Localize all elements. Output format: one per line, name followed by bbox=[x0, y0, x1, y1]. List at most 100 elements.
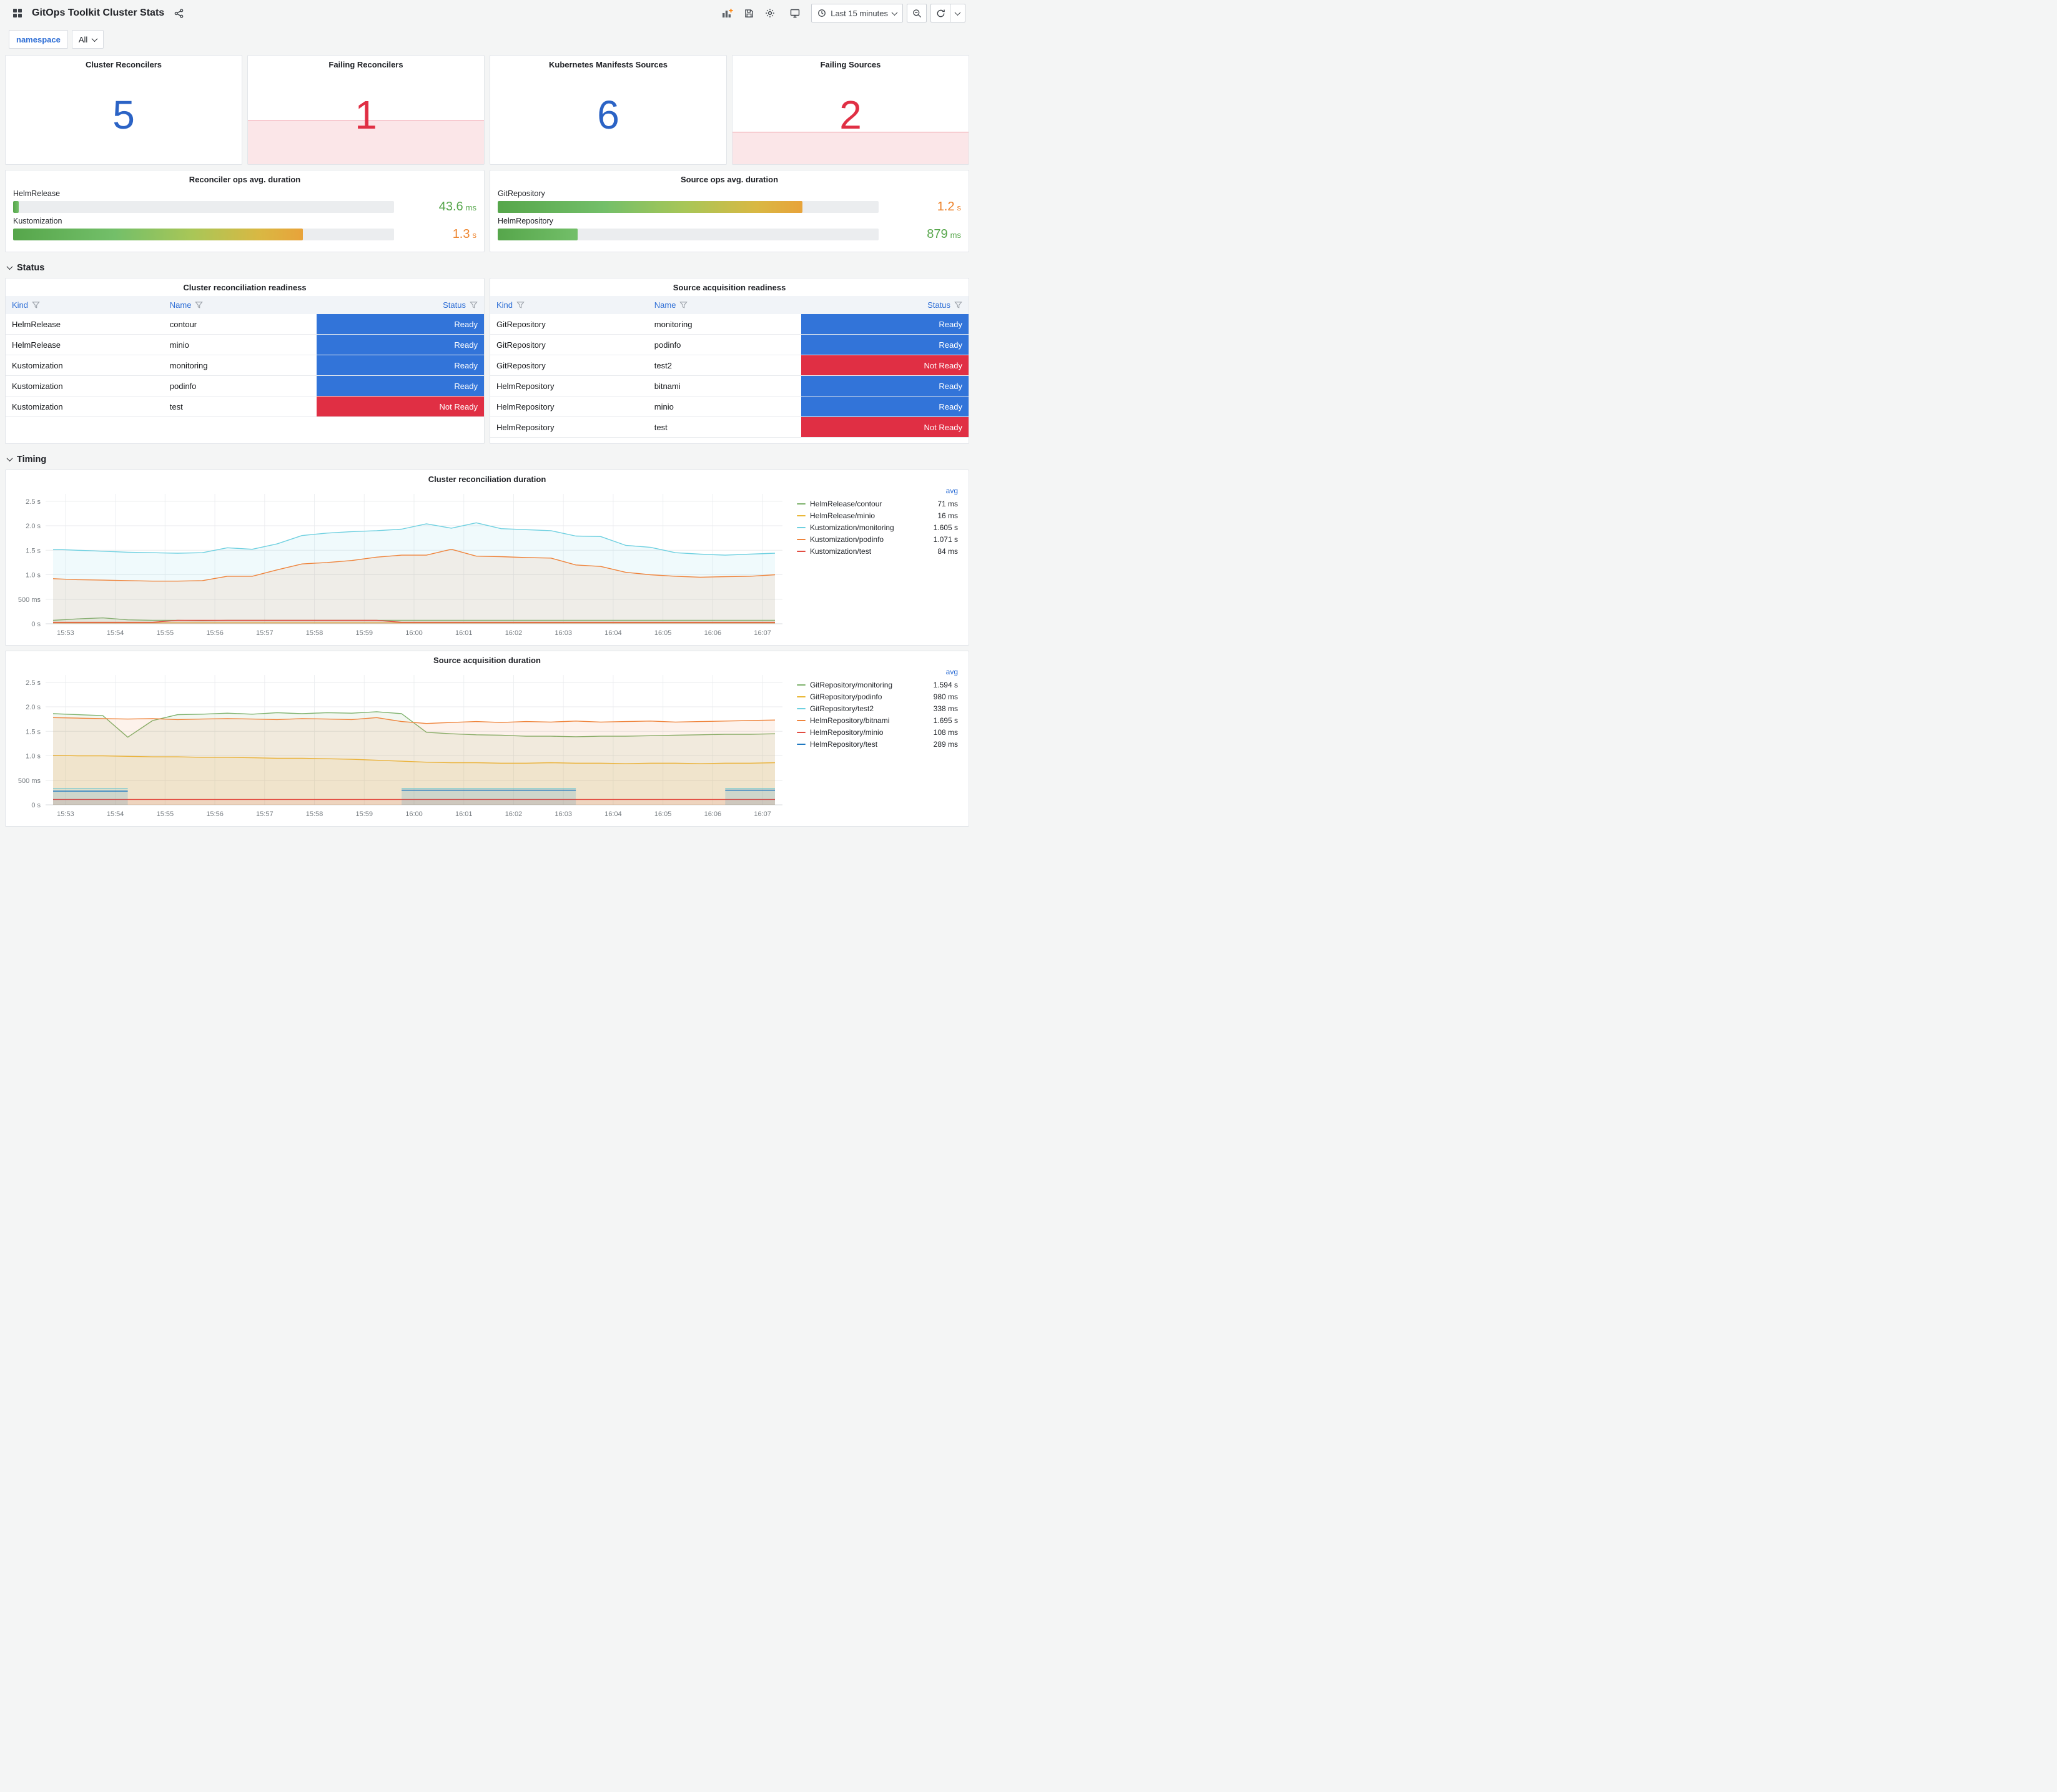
status-badge: Not Ready bbox=[316, 396, 484, 416]
legend-item[interactable]: HelmRepository/minio 108 ms bbox=[797, 726, 958, 738]
legend-label: HelmRepository/test bbox=[810, 739, 878, 749]
panel-title[interactable]: Kubernetes Manifests Sources bbox=[490, 56, 726, 72]
cell-status: Ready bbox=[316, 314, 484, 334]
y-axis-label: 2.0 s bbox=[26, 523, 41, 530]
table-row: HelmRelease minio Ready bbox=[6, 335, 484, 355]
status-badge: Ready bbox=[801, 396, 969, 416]
status-badge: Ready bbox=[801, 376, 969, 396]
gauge-value-unit: ms bbox=[465, 203, 476, 212]
refresh-interval-dropdown[interactable] bbox=[950, 4, 965, 22]
panel-title[interactable]: Source acquisition readiness bbox=[490, 278, 969, 295]
legend-item[interactable]: HelmRepository/bitnami 1.695 s bbox=[797, 714, 958, 726]
column-header-label: Status bbox=[443, 300, 466, 310]
chart-plot[interactable]: 15:53 15:54 15:55 15:56 15:57 15:58 15:59 16:00… bbox=[9, 667, 787, 824]
dashboards-grid-icon[interactable] bbox=[9, 4, 26, 22]
share-icon[interactable] bbox=[170, 4, 187, 22]
panel-title[interactable]: Failing Reconcilers bbox=[248, 56, 484, 72]
x-axis-label: 16:07 bbox=[754, 629, 771, 637]
cell-kind: Kustomization bbox=[12, 360, 63, 370]
tv-mode-button[interactable] bbox=[786, 4, 804, 22]
filter-icon[interactable] bbox=[32, 301, 40, 309]
dashboard-settings-button[interactable] bbox=[761, 4, 779, 22]
legend-item[interactable]: GitRepository/monitoring 1.594 s bbox=[797, 679, 958, 691]
panel-title[interactable]: Failing Sources bbox=[733, 56, 969, 72]
column-header-status[interactable]: Status bbox=[317, 296, 484, 314]
column-header-kind[interactable]: Kind bbox=[6, 296, 164, 314]
filter-icon[interactable] bbox=[470, 301, 478, 309]
x-axis-label: 15:57 bbox=[256, 629, 274, 637]
namespace-filter-dropdown[interactable]: All bbox=[71, 30, 104, 49]
gauge-label: HelmRelease bbox=[13, 189, 61, 198]
panel-title[interactable]: Cluster reconciliation duration bbox=[6, 470, 969, 486]
gauge-panel: Reconciler ops avg. duration HelmRelease 4… bbox=[5, 170, 485, 252]
x-axis-label: 15:58 bbox=[306, 629, 323, 637]
section-status[interactable]: Status bbox=[5, 257, 969, 278]
x-axis-label: 16:04 bbox=[604, 629, 622, 637]
column-header-status[interactable]: Status bbox=[801, 296, 969, 314]
table-row: HelmRelease contour Ready bbox=[6, 314, 484, 335]
column-header-name[interactable]: Name bbox=[648, 296, 801, 314]
filter-icon[interactable] bbox=[516, 301, 525, 309]
series-area bbox=[402, 790, 576, 805]
filter-icon[interactable] bbox=[954, 301, 962, 309]
legend-color-dash bbox=[797, 731, 806, 733]
legend-avg-value: 980 ms bbox=[933, 692, 958, 701]
table-row: HelmRepository minio Ready bbox=[490, 396, 969, 417]
refresh-button[interactable] bbox=[930, 4, 950, 22]
legend-item[interactable]: HelmRelease/contour 71 ms bbox=[797, 498, 958, 510]
cell-status: Ready bbox=[801, 376, 969, 396]
add-panel-button[interactable] bbox=[719, 4, 736, 22]
column-header-label: Kind bbox=[496, 300, 513, 310]
legend-color-dash bbox=[797, 503, 806, 505]
gauge-value-number: 879 bbox=[927, 227, 948, 241]
section-timing[interactable]: Timing bbox=[5, 449, 969, 470]
legend-color-dash bbox=[797, 684, 806, 686]
section-timing-label: Timing bbox=[17, 455, 47, 465]
cell-status: Ready bbox=[316, 335, 484, 355]
gauge-track bbox=[13, 229, 394, 240]
panel-title[interactable]: Cluster Reconcilers bbox=[6, 56, 242, 72]
panel-title[interactable]: Cluster reconciliation readiness bbox=[6, 278, 484, 295]
legend-item[interactable]: HelmRelease/minio 16 ms bbox=[797, 510, 958, 521]
legend-item[interactable]: Kustomization/podinfo 1.071 s bbox=[797, 533, 958, 545]
gauge-value-unit: ms bbox=[950, 230, 961, 240]
legend-avg-value: 1.695 s bbox=[933, 716, 958, 725]
legend-item[interactable]: GitRepository/podinfo 980 ms bbox=[797, 691, 958, 702]
legend-label: GitRepository/test2 bbox=[810, 704, 874, 713]
filter-icon[interactable] bbox=[195, 301, 204, 309]
panel-title[interactable]: Reconciler ops avg. duration bbox=[13, 170, 476, 187]
chart-plot[interactable]: 15:53 15:54 15:55 15:56 15:57 15:58 15:59 16:00… bbox=[9, 486, 787, 642]
chevron-down-icon bbox=[891, 9, 898, 16]
legend-header-avg[interactable]: avg bbox=[797, 667, 958, 679]
x-axis-label: 15:57 bbox=[256, 810, 274, 818]
legend-header-avg[interactable]: avg bbox=[797, 486, 958, 498]
legend-label: HelmRelease/contour bbox=[810, 499, 882, 508]
column-header-kind[interactable]: Kind bbox=[490, 296, 648, 314]
y-axis-label: 500 ms bbox=[18, 777, 41, 785]
cell-name: test2 bbox=[654, 360, 672, 370]
legend-color-dash bbox=[797, 538, 806, 540]
panel-title[interactable]: Source ops avg. duration bbox=[498, 170, 961, 187]
table-panel: Source acquisition readiness Kind Name Stat… bbox=[490, 278, 969, 444]
table-row: GitRepository podinfo Ready bbox=[490, 335, 969, 355]
gauge-row: Kustomization 1.3 s bbox=[13, 217, 476, 242]
gauge-fill bbox=[13, 229, 303, 240]
time-range-picker[interactable]: Last 15 minutes bbox=[811, 4, 903, 22]
refresh-button-group bbox=[930, 4, 965, 22]
legend-item[interactable]: GitRepository/test2 338 ms bbox=[797, 702, 958, 714]
stat-value: 5 bbox=[112, 92, 135, 137]
table-row: Kustomization monitoring Ready bbox=[6, 355, 484, 376]
gauge-line: 43.6 ms bbox=[13, 200, 476, 214]
save-dashboard-button[interactable] bbox=[740, 4, 757, 22]
legend-item[interactable]: Kustomization/monitoring 1.605 s bbox=[797, 521, 958, 533]
stat-panel: Cluster Reconcilers 5 bbox=[5, 55, 242, 165]
legend-item[interactable]: Kustomization/test 84 ms bbox=[797, 545, 958, 557]
cell-name: contour bbox=[169, 319, 197, 329]
column-header-name[interactable]: Name bbox=[164, 296, 317, 314]
zoom-out-button[interactable] bbox=[907, 4, 927, 22]
status-badge: Ready bbox=[316, 376, 484, 396]
filter-icon[interactable] bbox=[679, 301, 688, 309]
legend-item[interactable]: HelmRepository/test 289 ms bbox=[797, 738, 958, 750]
panel-title[interactable]: Source acquisition duration bbox=[6, 651, 969, 667]
cell-name: minio bbox=[169, 340, 189, 350]
